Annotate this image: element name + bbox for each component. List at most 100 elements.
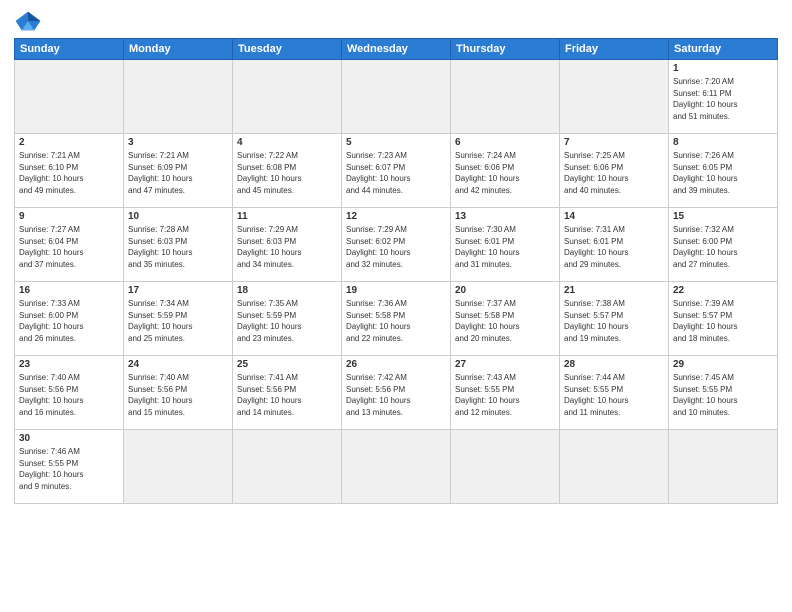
day-info: Sunrise: 7:22 AM Sunset: 6:08 PM Dayligh… — [237, 150, 337, 196]
day-number: 21 — [564, 285, 664, 296]
calendar-day: 21 Sunrise: 7:38 AM Sunset: 5:57 PM Dayli… — [560, 282, 669, 356]
day-number: 30 — [19, 433, 119, 444]
day-number: 16 — [19, 285, 119, 296]
day-number: 17 — [128, 285, 228, 296]
calendar-table: SundayMondayTuesdayWednesdayThursdayFrid… — [14, 38, 778, 504]
day-info: Sunrise: 7:28 AM Sunset: 6:03 PM Dayligh… — [128, 224, 228, 270]
calendar-day — [342, 60, 451, 134]
day-info: Sunrise: 7:35 AM Sunset: 5:59 PM Dayligh… — [237, 298, 337, 344]
calendar-day: 18 Sunrise: 7:35 AM Sunset: 5:59 PM Dayli… — [233, 282, 342, 356]
day-number: 18 — [237, 285, 337, 296]
day-info: Sunrise: 7:42 AM Sunset: 5:56 PM Dayligh… — [346, 372, 446, 418]
calendar-day: 23 Sunrise: 7:40 AM Sunset: 5:56 PM Dayli… — [15, 356, 124, 430]
day-number: 4 — [237, 137, 337, 148]
calendar-day: 13Sunrise: 7:30 AM Sunset: 6:01 PM Dayli… — [451, 208, 560, 282]
calendar-day: 3 Sunrise: 7:21 AM Sunset: 6:09 PM Daylig… — [124, 134, 233, 208]
weekday-header-row: SundayMondayTuesdayWednesdayThursdayFrid… — [15, 39, 778, 60]
day-info: Sunrise: 7:29 AM Sunset: 6:03 PM Dayligh… — [237, 224, 337, 270]
weekday-header-saturday: Saturday — [669, 39, 778, 60]
weekday-header-friday: Friday — [560, 39, 669, 60]
day-info: Sunrise: 7:34 AM Sunset: 5:59 PM Dayligh… — [128, 298, 228, 344]
day-info: Sunrise: 7:43 AM Sunset: 5:55 PM Dayligh… — [455, 372, 555, 418]
day-number: 26 — [346, 359, 446, 370]
day-info: Sunrise: 7:21 AM Sunset: 6:10 PM Dayligh… — [19, 150, 119, 196]
calendar-day: 25 Sunrise: 7:41 AM Sunset: 5:56 PM Dayli… — [233, 356, 342, 430]
day-info: Sunrise: 7:45 AM Sunset: 5:55 PM Dayligh… — [673, 372, 773, 418]
day-info: Sunrise: 7:21 AM Sunset: 6:09 PM Dayligh… — [128, 150, 228, 196]
calendar-day — [451, 60, 560, 134]
day-info: Sunrise: 7:41 AM Sunset: 5:56 PM Dayligh… — [237, 372, 337, 418]
calendar-week-2: 2 Sunrise: 7:21 AM Sunset: 6:10 PM Daylig… — [15, 134, 778, 208]
day-info: Sunrise: 7:24 AM Sunset: 6:06 PM Dayligh… — [455, 150, 555, 196]
day-info: Sunrise: 7:37 AM Sunset: 5:58 PM Dayligh… — [455, 298, 555, 344]
day-number: 7 — [564, 137, 664, 148]
day-number: 14 — [564, 211, 664, 222]
calendar-day: 27 Sunrise: 7:43 AM Sunset: 5:55 PM Dayli… — [451, 356, 560, 430]
day-number: 6 — [455, 137, 555, 148]
calendar-day: 15Sunrise: 7:32 AM Sunset: 6:00 PM Dayli… — [669, 208, 778, 282]
day-info: Sunrise: 7:29 AM Sunset: 6:02 PM Dayligh… — [346, 224, 446, 270]
calendar-day: 22Sunrise: 7:39 AM Sunset: 5:57 PM Dayli… — [669, 282, 778, 356]
day-info: Sunrise: 7:40 AM Sunset: 5:56 PM Dayligh… — [19, 372, 119, 418]
calendar-day: 11Sunrise: 7:29 AM Sunset: 6:03 PM Dayli… — [233, 208, 342, 282]
day-number: 15 — [673, 211, 773, 222]
calendar-day: 14 Sunrise: 7:31 AM Sunset: 6:01 PM Dayli… — [560, 208, 669, 282]
day-number: 25 — [237, 359, 337, 370]
calendar-day: 30 Sunrise: 7:46 AM Sunset: 5:55 PM Dayli… — [15, 430, 124, 504]
day-number: 2 — [19, 137, 119, 148]
day-info: Sunrise: 7:36 AM Sunset: 5:58 PM Dayligh… — [346, 298, 446, 344]
page-header — [14, 10, 778, 32]
calendar-day: 24 Sunrise: 7:40 AM Sunset: 5:56 PM Dayli… — [124, 356, 233, 430]
day-number: 27 — [455, 359, 555, 370]
calendar-day: 5 Sunrise: 7:23 AM Sunset: 6:07 PM Daylig… — [342, 134, 451, 208]
day-number: 8 — [673, 137, 773, 148]
day-number: 28 — [564, 359, 664, 370]
logo-icon — [14, 10, 42, 32]
weekday-header-tuesday: Tuesday — [233, 39, 342, 60]
calendar-day: 8 Sunrise: 7:26 AM Sunset: 6:05 PM Daylig… — [669, 134, 778, 208]
calendar-day: 20 Sunrise: 7:37 AM Sunset: 5:58 PM Dayli… — [451, 282, 560, 356]
calendar-day: 1Sunrise: 7:20 AM Sunset: 6:11 PM Daylig… — [669, 60, 778, 134]
calendar-day — [233, 60, 342, 134]
calendar-week-4: 16 Sunrise: 7:33 AM Sunset: 6:00 PM Dayli… — [15, 282, 778, 356]
calendar-day — [451, 430, 560, 504]
day-number: 19 — [346, 285, 446, 296]
day-info: Sunrise: 7:38 AM Sunset: 5:57 PM Dayligh… — [564, 298, 664, 344]
day-number: 24 — [128, 359, 228, 370]
calendar-day: 4 Sunrise: 7:22 AM Sunset: 6:08 PM Daylig… — [233, 134, 342, 208]
day-info: Sunrise: 7:25 AM Sunset: 6:06 PM Dayligh… — [564, 150, 664, 196]
day-info: Sunrise: 7:46 AM Sunset: 5:55 PM Dayligh… — [19, 446, 119, 492]
day-number: 1 — [673, 63, 773, 74]
day-info: Sunrise: 7:31 AM Sunset: 6:01 PM Dayligh… — [564, 224, 664, 270]
calendar-day: 7 Sunrise: 7:25 AM Sunset: 6:06 PM Daylig… — [560, 134, 669, 208]
day-number: 29 — [673, 359, 773, 370]
calendar-day: 19 Sunrise: 7:36 AM Sunset: 5:58 PM Dayli… — [342, 282, 451, 356]
weekday-header-wednesday: Wednesday — [342, 39, 451, 60]
day-number: 23 — [19, 359, 119, 370]
calendar-day: 26 Sunrise: 7:42 AM Sunset: 5:56 PM Dayli… — [342, 356, 451, 430]
day-number: 20 — [455, 285, 555, 296]
day-info: Sunrise: 7:26 AM Sunset: 6:05 PM Dayligh… — [673, 150, 773, 196]
calendar-day: 10 Sunrise: 7:28 AM Sunset: 6:03 PM Dayli… — [124, 208, 233, 282]
calendar-day — [233, 430, 342, 504]
day-number: 13 — [455, 211, 555, 222]
calendar-day — [124, 60, 233, 134]
day-number: 3 — [128, 137, 228, 148]
calendar-week-1: 1Sunrise: 7:20 AM Sunset: 6:11 PM Daylig… — [15, 60, 778, 134]
calendar-day — [124, 430, 233, 504]
day-info: Sunrise: 7:33 AM Sunset: 6:00 PM Dayligh… — [19, 298, 119, 344]
day-info: Sunrise: 7:27 AM Sunset: 6:04 PM Dayligh… — [19, 224, 119, 270]
calendar-day — [342, 430, 451, 504]
calendar-day — [15, 60, 124, 134]
day-info: Sunrise: 7:39 AM Sunset: 5:57 PM Dayligh… — [673, 298, 773, 344]
calendar-day: 16 Sunrise: 7:33 AM Sunset: 6:00 PM Dayli… — [15, 282, 124, 356]
calendar-day: 6 Sunrise: 7:24 AM Sunset: 6:06 PM Daylig… — [451, 134, 560, 208]
day-info: Sunrise: 7:23 AM Sunset: 6:07 PM Dayligh… — [346, 150, 446, 196]
day-number: 10 — [128, 211, 228, 222]
day-info: Sunrise: 7:40 AM Sunset: 5:56 PM Dayligh… — [128, 372, 228, 418]
calendar-week-5: 23 Sunrise: 7:40 AM Sunset: 5:56 PM Dayli… — [15, 356, 778, 430]
calendar-day — [560, 430, 669, 504]
weekday-header-thursday: Thursday — [451, 39, 560, 60]
weekday-header-sunday: Sunday — [15, 39, 124, 60]
day-number: 5 — [346, 137, 446, 148]
